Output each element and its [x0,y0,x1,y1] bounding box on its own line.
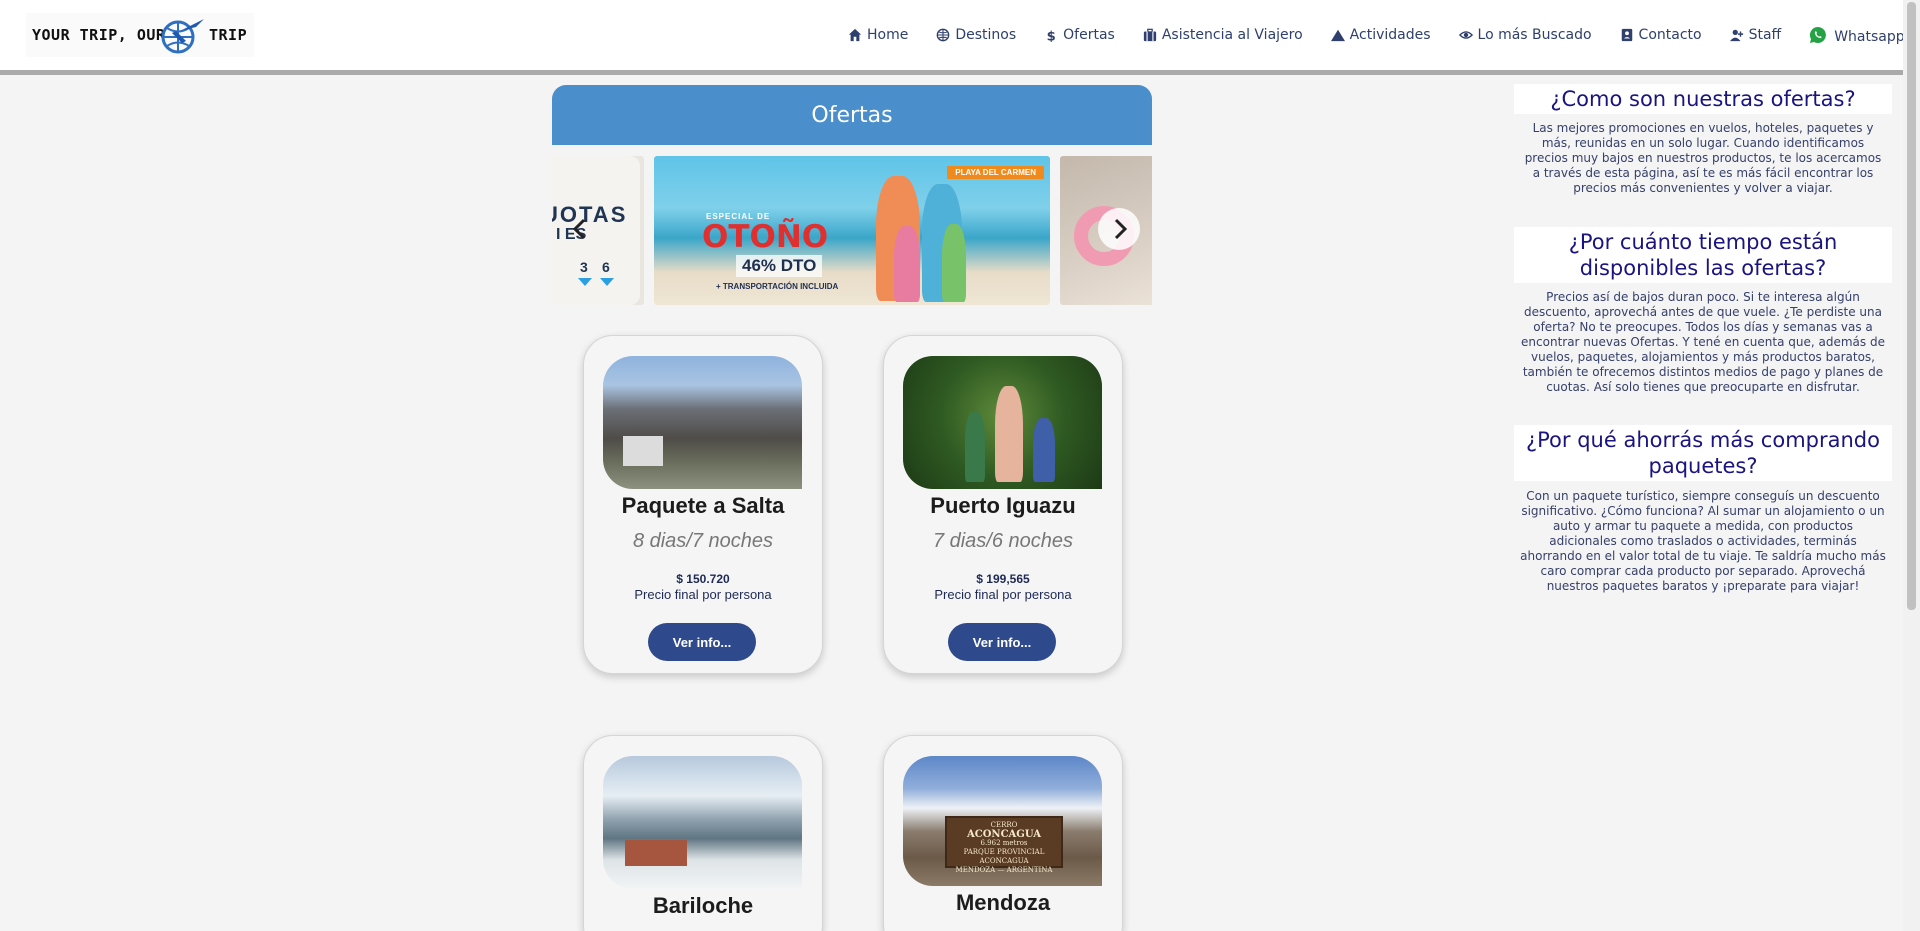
offers-carousel: UOTAS N I ES 3 6 PLAYA DEL CARMEN ESPECI… [552,156,1152,305]
scrollbar-thumb[interactable] [1907,2,1916,610]
card-price-note: Precio final por persona [934,587,1072,602]
iguazu-hiker [965,412,985,482]
sidebar-paragraph: Precios así de bajos duran poco. Si te i… [1521,290,1885,394]
nav-whatsapp-label: Whatsapp [1834,29,1905,45]
suitcase-icon [1143,28,1156,42]
nav-destinos[interactable]: Destinos [936,27,1016,43]
nav-home-label: Home [867,27,909,43]
nav-contacto-label: Contacto [1638,27,1702,43]
arrow-down-icon [600,278,614,286]
card-price: $ 150.720 [676,572,730,586]
nav-ofertas[interactable]: $ Ofertas [1044,27,1115,43]
nav-contacto[interactable]: Contacto [1620,27,1702,43]
card-duration: 8 dias/7 noches [632,530,774,552]
logo-text-left: YOUR TRIP, OUR [32,26,166,44]
family-photo [942,224,966,302]
site-logo[interactable]: YOUR TRIP, OUR TRIP [26,13,254,57]
ver-info-button[interactable]: Ver info... [948,623,1056,661]
main-nav: Home Destinos $ Ofertas Asistencia al Vi… [848,26,1905,45]
nav-asistencia[interactable]: Asistencia al Viajero [1143,27,1303,43]
package-card: CERRO ACONCAGUA 6.962 metros PARQUE PROV… [883,735,1123,931]
card-price-note: Precio final por persona [634,587,772,602]
sidebar-paragraph: Las mejores promociones en vuelos, hotel… [1524,121,1882,195]
globe-icon [937,28,950,42]
navbar: YOUR TRIP, OUR TRIP Home Destinos $ Ofer… [0,0,1905,75]
whatsapp-icon [1810,26,1827,43]
card-title: Bariloche [652,893,754,918]
otono-headline: OTOÑO [702,219,829,255]
eye-icon [1458,31,1473,39]
nav-staff[interactable]: Staff [1729,27,1782,43]
package-card: Bariloche [583,735,823,931]
aconcagua-sign: CERRO ACONCAGUA 6.962 metros PARQUE PROV… [945,816,1063,874]
cuotas-number-1: 3 [580,259,588,275]
card-price: $ 199,565 [976,572,1030,586]
ver-info-button[interactable]: Ver info... [648,623,756,661]
nav-lo-mas-buscado-label: Lo más Buscado [1477,27,1592,43]
iguazu-hiker [1033,418,1055,482]
salta-photo [603,356,802,489]
discount-badge: 46% DTO [736,255,823,277]
sign-line: ACONCAGUA [967,829,1041,840]
package-card: Puerto Iguazu 7 dias/6 noches $ 199,565 … [883,335,1123,674]
package-card: Paquete a Salta 8 dias/7 noches $ 150.72… [583,335,823,674]
bariloche-photo [603,756,802,889]
contact-card-icon [1621,28,1632,42]
card-title: Mendoza [955,890,1051,915]
card-title: Puerto Iguazu [930,493,1076,518]
bariloche-hotel [625,840,687,866]
nav-lo-mas-buscado[interactable]: Lo más Buscado [1458,27,1592,43]
transport-included-label: + TRANSPORTACIÓN INCLUIDA [716,282,839,291]
mountain-icon [1330,29,1345,42]
home-icon [848,28,862,42]
cuotas-number-2: 6 [602,259,610,275]
sidebar-heading: ¿Como son nuestras ofertas? [1514,84,1892,114]
nav-staff-label: Staff [1748,27,1782,43]
user-plus-icon [1729,29,1743,42]
chevron-left-icon [572,218,586,240]
sidebar-heading: ¿Por cuánto tiempo están disponibles las… [1514,227,1892,283]
iguazu-hiker [995,386,1023,482]
ofertas-header: Ofertas [552,85,1152,145]
salta-buildings [623,436,663,466]
card-duration: 7 dias/6 noches [932,530,1074,552]
sign-line: 6.962 metros [980,839,1028,847]
globe-plane-logo-icon [156,19,204,54]
iguazu-photo [903,356,1102,489]
arrow-down-icon [578,278,592,286]
nav-asistencia-label: Asistencia al Viajero [1161,27,1303,43]
carousel-next-button[interactable] [1098,208,1140,250]
sign-line: PARQUE PROVINCIAL ACONCAGUA [963,848,1045,865]
logo-text-right: TRIP [209,26,248,44]
playa-del-carmen-tag: PLAYA DEL CARMEN [947,166,1044,179]
ofertas-title: Ofertas [811,102,893,128]
mendoza-photo: CERRO ACONCAGUA 6.962 metros PARQUE PROV… [903,756,1102,886]
svg-text:$: $ [1047,29,1056,42]
dollar-icon: $ [1047,29,1056,42]
nav-home[interactable]: Home [848,27,908,43]
nav-actividades[interactable]: Actividades [1330,27,1431,43]
sidebar-heading: ¿Por qué ahorrás más comprando paquetes? [1514,425,1892,481]
carousel-prev-button[interactable] [560,208,602,250]
page-scrollbar[interactable] [1903,0,1920,931]
chevron-right-icon [1114,218,1128,240]
nav-destinos-label: Destinos [955,27,1017,43]
carousel-slide-otono[interactable]: PLAYA DEL CARMEN ESPECIAL DE OTOÑO 46% D… [654,156,1050,305]
nav-ofertas-label: Ofertas [1063,27,1115,43]
nav-actividades-label: Actividades [1349,27,1431,43]
sidebar-paragraph: Con un paquete turístico, siempre conseg… [1520,489,1886,593]
card-title: Paquete a Salta [621,493,785,518]
nav-whatsapp[interactable]: Whatsapp [1809,26,1905,45]
family-photo [894,226,920,302]
sign-line: MENDOZA — ARGENTINA [955,866,1053,874]
